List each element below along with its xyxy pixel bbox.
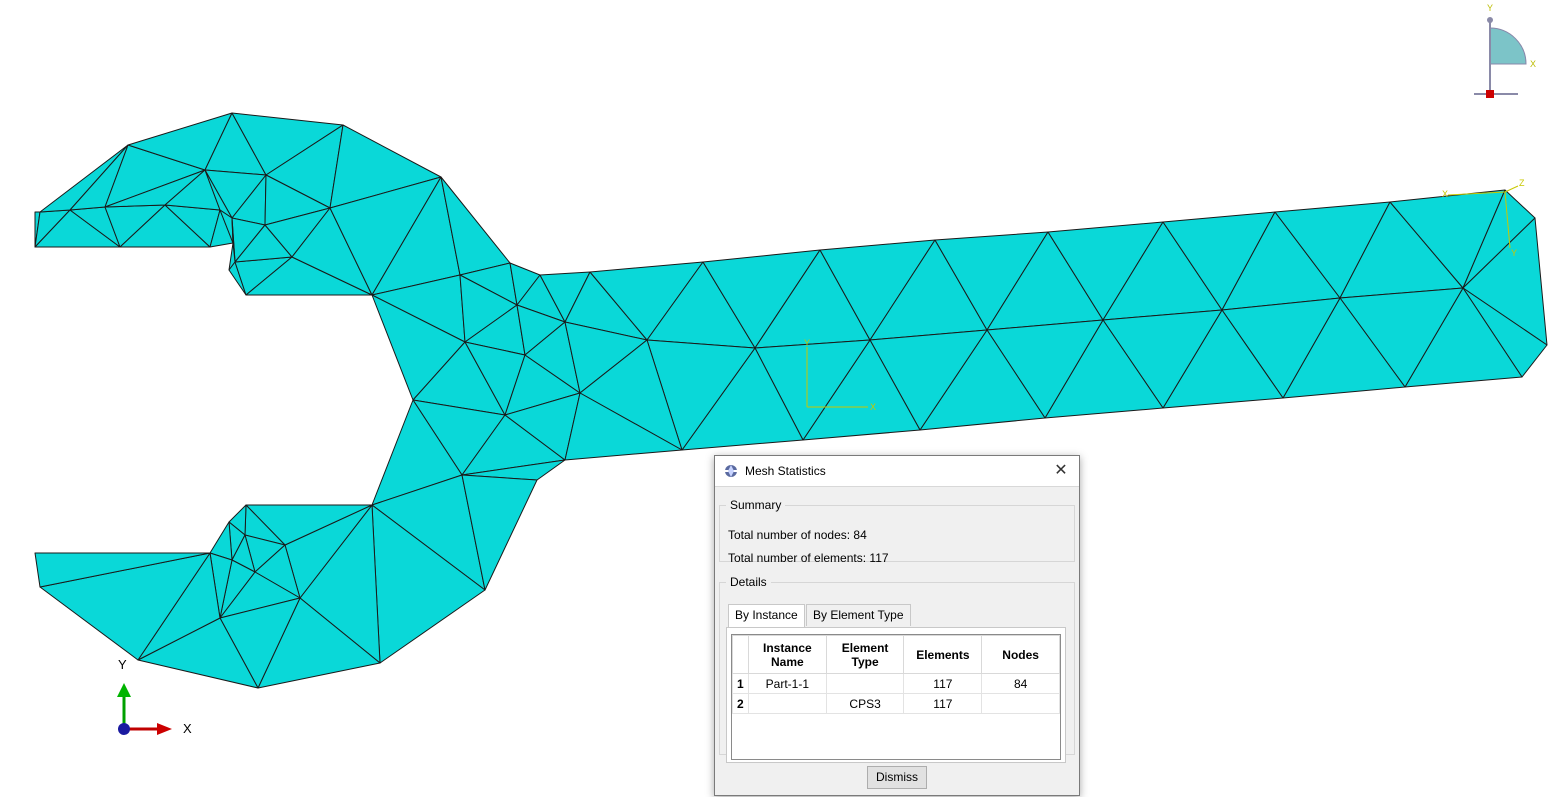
column-header-elements[interactable]: Elements: [903, 635, 983, 674]
corner-csys-z-label: Z: [1519, 178, 1525, 188]
view-triad-x-label: X: [1530, 59, 1536, 69]
tab-panel-by-instance: Instance Name Element Type Elements Node…: [726, 627, 1066, 763]
total-elements-text: Total number of elements: 117: [728, 551, 889, 565]
column-header-instance-name[interactable]: Instance Name: [747, 635, 827, 674]
row-index: 2: [732, 693, 749, 714]
elements-cell: 117: [903, 673, 983, 694]
y-axis-arrow-icon: [117, 683, 131, 697]
view-orientation-triad[interactable]: Y X: [1474, 3, 1536, 98]
table-row[interactable]: 1 Part-1-1 117 84: [732, 673, 1060, 694]
column-header-element-type[interactable]: Element Type: [825, 635, 905, 674]
instance-table[interactable]: Instance Name Element Type Elements Node…: [731, 634, 1061, 760]
view-triad-handle-icon: [1487, 17, 1493, 23]
details-legend: Details: [730, 575, 767, 589]
dialog-titlebar[interactable]: Mesh Statistics ✕: [715, 456, 1079, 487]
column-header-nodes[interactable]: Nodes: [981, 635, 1060, 674]
nodes-cell: [981, 693, 1060, 714]
table-row[interactable]: 2 CPS3 117: [732, 693, 1060, 714]
local-csys-y-label: Y: [804, 338, 810, 348]
details-group: Details By Instance By Element Type Inst…: [719, 575, 1075, 763]
close-button[interactable]: ✕: [1047, 459, 1075, 483]
tab-by-element-type[interactable]: By Element Type: [806, 604, 911, 626]
element-type-cell: CPS3: [825, 693, 905, 714]
global-x-label: X: [183, 721, 192, 736]
corner-csys-x-label: X: [1442, 189, 1448, 199]
origin-icon: [118, 723, 130, 735]
table-header-row: Instance Name Element Type Elements Node…: [732, 635, 1060, 674]
corner-csys-y-label: Y: [1511, 248, 1517, 258]
summary-group: Summary Total number of nodes: 84 Total …: [719, 498, 1075, 565]
row-index: 1: [732, 673, 749, 694]
view-triad-y-label: Y: [1487, 3, 1493, 13]
x-axis-arrow-icon: [157, 723, 172, 735]
element-type-cell: [825, 673, 905, 694]
total-nodes-text: Total number of nodes: 84: [728, 528, 867, 542]
instance-cell: [747, 693, 827, 714]
abaqus-dialog-icon: [725, 465, 737, 477]
global-y-label: Y: [118, 657, 127, 672]
nodes-cell: 84: [981, 673, 1060, 694]
instance-cell: Part-1-1: [747, 673, 827, 694]
mesh-statistics-dialog: Mesh Statistics ✕ Summary Total number o…: [714, 455, 1080, 796]
summary-legend: Summary: [730, 498, 782, 512]
local-csys-x-label: X: [870, 402, 876, 412]
elements-cell: 117: [903, 693, 983, 714]
dismiss-button[interactable]: Dismiss: [867, 766, 927, 789]
view-origin-icon: [1486, 90, 1494, 98]
dialog-title: Mesh Statistics: [745, 464, 826, 478]
corner-header-cell: [732, 635, 749, 674]
tab-by-instance[interactable]: By Instance: [728, 604, 805, 627]
